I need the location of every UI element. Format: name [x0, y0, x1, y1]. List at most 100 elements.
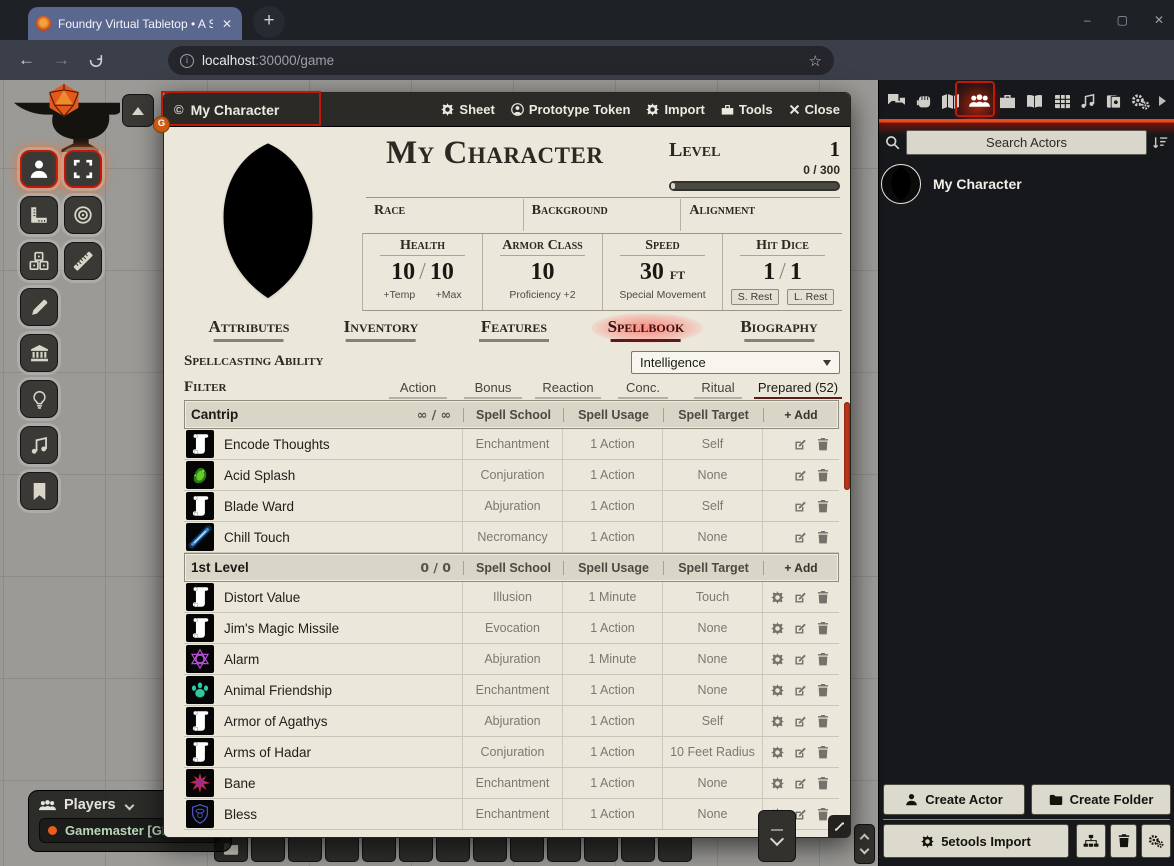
gear-icon[interactable] [771, 684, 784, 697]
spell-icon-bane[interactable] [186, 769, 214, 797]
spell-icon-scroll[interactable] [186, 430, 214, 458]
temp-hp-label[interactable]: +Temp [383, 289, 415, 301]
edit-icon[interactable] [794, 653, 807, 666]
spell-icon-alarm[interactable] [186, 645, 214, 673]
spell-row[interactable]: Alarm Abjuration 1 Minute None [184, 644, 839, 675]
spell-name[interactable]: Encode Thoughts [224, 437, 330, 452]
macro-slot[interactable] [584, 834, 618, 862]
hotbar-page-control[interactable] [854, 824, 875, 864]
tables-tab-icon[interactable] [1054, 94, 1071, 109]
lighting-controls-button[interactable] [20, 380, 58, 418]
alignment-field[interactable]: Alignment [680, 199, 838, 231]
tab-inventory[interactable]: Inventory [344, 317, 419, 342]
forward-icon[interactable]: → [53, 50, 70, 70]
spell-row[interactable]: Animal Friendship Enchantment 1 Action N… [184, 675, 839, 706]
macro-slot[interactable] [510, 834, 544, 862]
macro-slot[interactable] [658, 834, 692, 862]
spell-name[interactable]: Blade Ward [224, 499, 294, 514]
spell-row[interactable]: Jim's Magic Missile Evocation 1 Action N… [184, 613, 839, 644]
spell-icon-chill-touch[interactable] [186, 523, 214, 551]
spellcasting-ability-select[interactable]: Intelligence [631, 351, 840, 374]
long-rest-button[interactable]: L. Rest [787, 289, 834, 305]
spell-name[interactable]: Bless [224, 807, 257, 822]
add-spell-button[interactable]: + Add [763, 561, 838, 575]
sort-filter-icon[interactable] [1153, 135, 1169, 150]
spell-icon-acid-splash[interactable] [186, 461, 214, 489]
spell-name[interactable]: Animal Friendship [224, 683, 332, 698]
trash-icon[interactable] [817, 684, 829, 697]
sound-controls-button[interactable] [20, 426, 58, 464]
spell-name[interactable]: Jim's Magic Missile [224, 621, 339, 636]
trash-icon[interactable] [817, 622, 829, 635]
search-actors-input[interactable] [906, 130, 1147, 155]
spell-icon-bless[interactable] [186, 800, 214, 828]
edit-icon[interactable] [794, 715, 807, 728]
minimize-icon[interactable]: – [1084, 13, 1091, 27]
armor-class-stat[interactable]: Armor Class 10 Proficiency +2 [482, 234, 602, 310]
site-info-icon[interactable]: i [180, 54, 194, 68]
wall-controls-button[interactable] [20, 334, 58, 372]
gear-icon[interactable] [771, 622, 784, 635]
spell-slots[interactable]: ∞ / ∞ [417, 407, 457, 422]
select-tool-button[interactable] [64, 150, 102, 188]
spell-icon-scroll[interactable] [186, 583, 214, 611]
edit-icon[interactable] [794, 469, 807, 482]
close-icon[interactable]: ✕ [1154, 13, 1164, 27]
actor-avatar[interactable]: .p2 .hoodfill{fill:#f5f3ea;} .p2 .facefi… [881, 164, 921, 204]
create-folder-button[interactable]: Create Folder [1031, 784, 1171, 815]
journal-tab-icon[interactable] [1025, 94, 1044, 109]
tab-spellbook[interactable]: Spellbook [608, 317, 685, 342]
filter-reaction[interactable]: Reaction [535, 380, 601, 399]
hotbar-collapse-button[interactable] [758, 810, 796, 862]
window-resize-handle[interactable] [828, 815, 850, 837]
trash-icon[interactable] [817, 653, 829, 666]
spell-row[interactable]: Encode Thoughts Enchantment 1 Action Sel… [184, 429, 839, 460]
edit-icon[interactable] [794, 684, 807, 697]
trash-icon[interactable] [817, 469, 829, 482]
gear-icon[interactable] [771, 715, 784, 728]
chat-tab-icon[interactable] [887, 93, 906, 110]
edit-icon[interactable] [794, 591, 807, 604]
spell-row[interactable]: Bless Enchantment 1 Action None [184, 799, 839, 830]
macro-slot[interactable] [325, 834, 359, 862]
spell-row[interactable]: Arms of Hadar Conjuration 1 Action 10 Fe… [184, 737, 839, 768]
level-value[interactable]: 1 [830, 137, 841, 162]
max-hp-label[interactable]: +Max [436, 289, 462, 301]
create-actor-button[interactable]: Create Actor [883, 784, 1025, 815]
filter-ritual[interactable]: Ritual [694, 380, 742, 399]
settings-tab-icon[interactable] [1131, 93, 1150, 110]
spell-row[interactable]: Armor of Agathys Abjuration 1 Action Sel… [184, 706, 839, 737]
sitemap-button[interactable] [1076, 824, 1106, 858]
delete-button[interactable] [1110, 824, 1137, 858]
sheet-config-button[interactable]: Sheet [441, 102, 494, 117]
prototype-token-button[interactable]: Prototype Token [511, 102, 631, 117]
tab-biography[interactable]: Biography [740, 317, 817, 342]
gear-icon[interactable] [771, 777, 784, 790]
spell-name[interactable]: Bane [224, 776, 256, 791]
race-field[interactable]: Race [366, 199, 523, 231]
character-name[interactable]: My Character [386, 135, 603, 172]
notes-controls-button[interactable] [20, 472, 58, 510]
spell-row[interactable]: Blade Ward Abjuration 1 Action Self [184, 491, 839, 522]
character-sheet-window[interactable]: © My Character Sheet Prototype Token Imp… [163, 92, 851, 838]
macro-slot[interactable] [621, 834, 655, 862]
measure-controls-button[interactable] [20, 196, 58, 234]
spell-icon-scroll[interactable] [186, 614, 214, 642]
trash-icon[interactable] [817, 777, 829, 790]
spell-name[interactable]: Alarm [224, 652, 259, 667]
macro-slot[interactable] [288, 834, 322, 862]
edit-icon[interactable] [794, 531, 807, 544]
trash-icon[interactable] [817, 746, 829, 759]
browser-tab[interactable]: Foundry Virtual Tabletop • A Stan ✕ [28, 7, 242, 40]
spell-slots[interactable]: 0 / 0 [420, 560, 457, 575]
sidebar-collapse-icon[interactable] [1159, 96, 1166, 106]
gear-icon[interactable] [771, 591, 784, 604]
macro-slot[interactable] [399, 834, 433, 862]
compendium-tab-icon[interactable] [1105, 94, 1122, 109]
spell-name[interactable]: Arms of Hadar [224, 745, 311, 760]
tab-features[interactable]: Features [479, 317, 549, 342]
health-stat[interactable]: Health 10/10 +Temp+Max [363, 234, 482, 310]
spell-row[interactable]: Acid Splash Conjuration 1 Action None [184, 460, 839, 491]
trash-icon[interactable] [817, 438, 829, 451]
spell-name[interactable]: Acid Splash [224, 468, 295, 483]
